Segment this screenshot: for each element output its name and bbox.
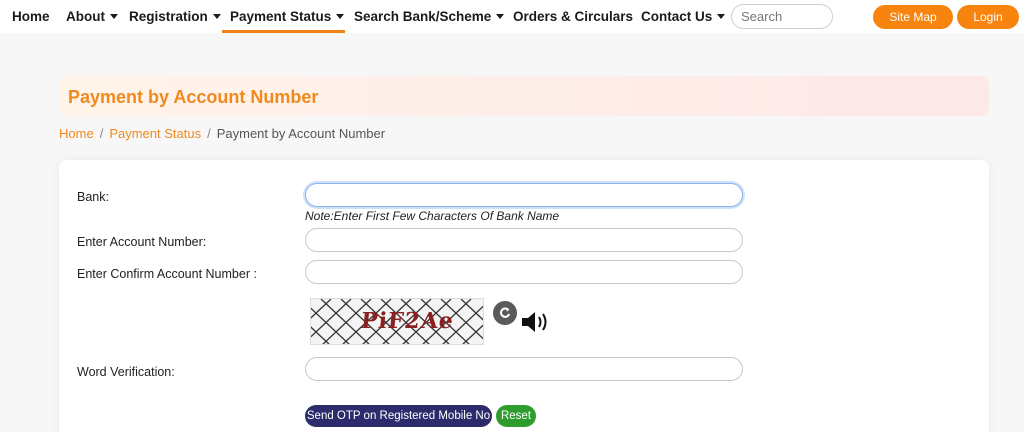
nav-item-label: Payment Status — [230, 8, 332, 24]
nav-item-search-bank-scheme[interactable]: Search Bank/Scheme — [354, 8, 505, 24]
nav-item-label: Home — [12, 8, 50, 24]
nav-item-label: Contact Us — [641, 8, 713, 24]
caret-down-icon — [496, 13, 505, 19]
breadcrumb-separator: / — [207, 126, 211, 141]
captcha-text: PiF2Ae — [359, 308, 456, 334]
breadcrumb-current: Payment by Account Number — [216, 126, 386, 141]
breadcrumb-payment-status-link[interactable]: Payment Status — [109, 126, 201, 141]
breadcrumb-separator: / — [99, 126, 104, 141]
bank-note: Note:Enter First Few Characters Of Bank … — [305, 209, 560, 223]
nav-item-contact-us[interactable]: Contact Us — [641, 8, 726, 24]
confirm-account-number-input[interactable] — [305, 260, 743, 284]
site-map-button[interactable]: Site Map — [873, 5, 953, 29]
search-input[interactable] — [731, 4, 833, 29]
nav-item-orders-circulars[interactable]: Orders & Circulars — [513, 8, 633, 24]
caret-down-icon — [109, 13, 118, 19]
account-number-label: Enter Account Number: — [77, 235, 207, 249]
bank-label: Bank: — [77, 190, 109, 204]
nav-active-indicator — [222, 30, 345, 33]
nav-item-label: About — [66, 8, 105, 24]
captcha-image: PiF2Ae — [310, 298, 484, 345]
page-title: Payment by Account Number — [68, 87, 319, 107]
login-button[interactable]: Login — [957, 5, 1019, 29]
refresh-icon[interactable] — [493, 301, 517, 325]
caret-down-icon — [717, 13, 726, 19]
nav-item-registration[interactable]: Registration — [129, 8, 221, 24]
speaker-icon[interactable] — [520, 308, 552, 336]
nav-item-payment-status[interactable]: Payment Status — [230, 8, 345, 24]
caret-down-icon — [212, 13, 221, 19]
nav-item-home[interactable]: Home — [12, 8, 50, 24]
nav-item-about[interactable]: About — [66, 8, 118, 24]
nav-item-label: Registration — [129, 8, 208, 24]
breadcrumb-home-link[interactable]: Home — [59, 126, 94, 141]
nav-item-label: Orders & Circulars — [513, 8, 634, 24]
confirm-account-number-label: Enter Confirm Account Number : — [77, 267, 257, 281]
caret-down-icon — [336, 13, 345, 19]
send-otp-button[interactable]: Send OTP on Registered Mobile No — [305, 405, 492, 427]
top-navbar: Home About Registration Payment Status S… — [0, 0, 1024, 33]
nav-item-label: Search Bank/Scheme — [354, 8, 492, 24]
page-title-banner: Payment by Account Number — [59, 76, 989, 116]
account-number-input[interactable] — [305, 228, 743, 252]
word-verification-input[interactable] — [305, 357, 743, 381]
breadcrumb: Home / Payment Status / Payment by Accou… — [59, 126, 385, 141]
word-verification-label: Word Verification: — [77, 365, 175, 379]
bank-input[interactable] — [305, 183, 743, 207]
reset-button[interactable]: Reset — [496, 405, 536, 427]
